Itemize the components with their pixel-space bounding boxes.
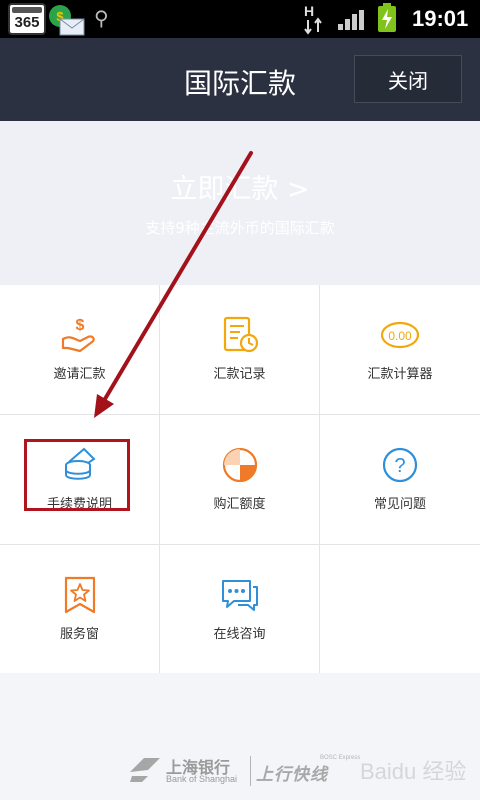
- grid-item-remit-calculator[interactable]: 0.00 汇款计算器: [320, 285, 480, 414]
- question-icon: ?: [382, 447, 418, 483]
- signal-icon: [338, 10, 364, 30]
- footer: 上海银行 Bank of Shanghai BOSC Express 上行快线 …: [0, 740, 480, 800]
- record-clock-icon: [223, 316, 258, 353]
- brand-logo: 上行快线: [256, 765, 328, 784]
- battery-charging-icon: [378, 3, 396, 32]
- network-h-icon: H: [304, 3, 322, 35]
- star-bookmark-icon: [64, 576, 95, 614]
- bank-name-en: Bank of Shanghai: [166, 774, 238, 784]
- grid-item-empty: [320, 545, 480, 673]
- grid-item-service-window[interactable]: 服务窗: [0, 545, 159, 673]
- app-365-icon: 365: [8, 3, 46, 35]
- grid-item-label: 常见问题: [373, 497, 426, 512]
- close-button[interactable]: 关闭: [354, 55, 462, 103]
- svg-text:$: $: [75, 317, 84, 334]
- highlight-box: [24, 439, 130, 511]
- remit-now-link[interactable]: 立即汇款 >: [0, 167, 480, 206]
- grid-item-label: 邀请汇款: [53, 367, 106, 382]
- bank-of-shanghai-logo-icon: [130, 758, 160, 782]
- status-bar: 365 $ ⚲ H 19:01: [0, 0, 480, 38]
- pie-chart-icon: [222, 447, 257, 483]
- svg-text:0.00: 0.00: [388, 329, 412, 343]
- svg-text:H: H: [304, 3, 314, 19]
- grid-item-fx-quota[interactable]: 购汇额度: [160, 415, 319, 544]
- footer-divider: [250, 756, 251, 786]
- grid-item-label: 服务窗: [59, 627, 99, 642]
- grid-item-faq[interactable]: ? 常见问题: [320, 415, 480, 544]
- title-bar: 国际汇款 关闭: [0, 38, 480, 121]
- grid-item-online-chat[interactable]: 在线咨询: [160, 545, 319, 673]
- banner-subtitle: 支持9种主流外币的国际汇款: [145, 219, 335, 237]
- mail-icon: $: [49, 5, 85, 36]
- chat-bubbles-icon: [221, 580, 258, 611]
- grid-item-label: 在线咨询: [213, 627, 266, 642]
- watermark: Baidu 经验: [360, 759, 467, 784]
- remit-now-banner[interactable]: 立即汇款 > 支持9种主流外币的国际汇款: [0, 121, 480, 285]
- grid-item-remit-record[interactable]: 汇款记录: [160, 285, 319, 414]
- clock: 19:01: [412, 6, 469, 31]
- usb-icon: ⚲: [94, 6, 109, 30]
- grid-item-label: 购汇额度: [213, 497, 266, 512]
- svg-text:?: ?: [394, 455, 405, 477]
- grid-item-label: 汇款计算器: [367, 367, 433, 382]
- grid-item-label: 汇款记录: [213, 367, 266, 382]
- calculator-0.00-icon: 0.00: [380, 321, 420, 349]
- hand-coin-icon: $: [61, 317, 95, 353]
- grid-item-invite-remit[interactable]: $ 邀请汇款: [0, 285, 159, 414]
